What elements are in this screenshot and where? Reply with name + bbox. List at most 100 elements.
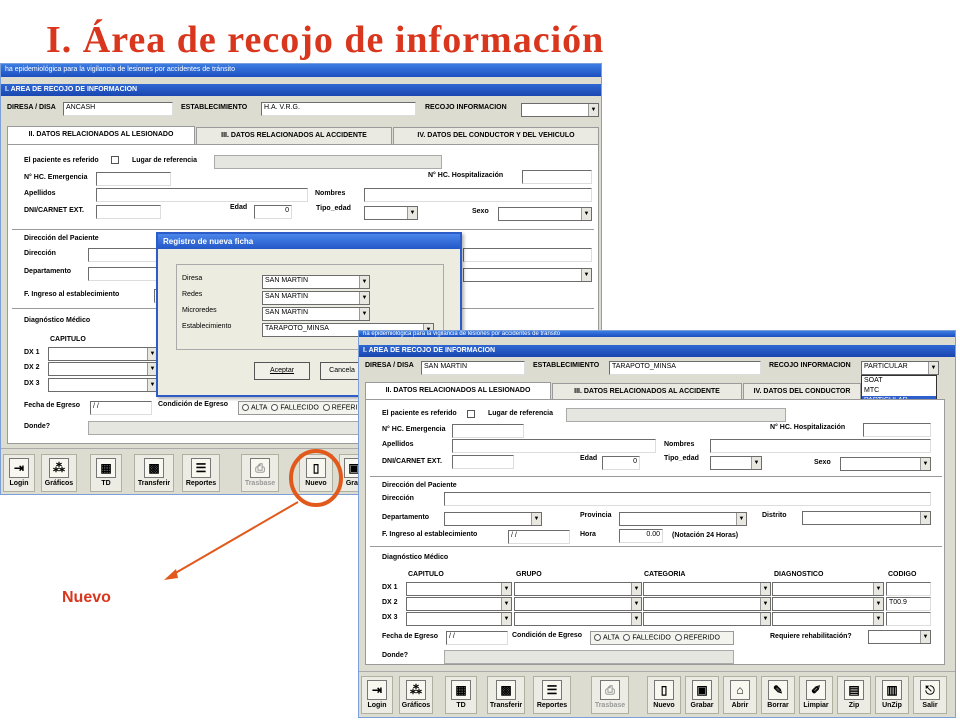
front-tab-conductor[interactable]: IV. DATOS DEL CONDUCTOR (743, 383, 861, 400)
front-dx1-categoria[interactable]: ▼ (643, 582, 771, 596)
reports-icon: ☰ (542, 680, 562, 700)
dialog-diresa-select[interactable]: SAN MARTIN ▼ (262, 275, 370, 289)
option-mtc[interactable]: MTC (862, 386, 936, 396)
radio-fallecido[interactable] (623, 634, 631, 641)
eraser-icon: ✎ (768, 680, 788, 700)
chevron-down-icon[interactable]: ▼ (873, 613, 883, 625)
front-abrir-button[interactable]: ⌂ Abrir (723, 676, 757, 714)
radio-referido[interactable] (674, 634, 682, 641)
chevron-down-icon[interactable]: ▼ (920, 512, 930, 524)
front-fecha-egreso-field[interactable]: / / (446, 631, 508, 645)
transfer-icon: ▩ (496, 680, 516, 700)
chevron-down-icon[interactable]: ▼ (631, 613, 641, 625)
front-reportes-button[interactable]: ☰ Reportes (533, 676, 571, 714)
chevron-down-icon[interactable]: ▼ (501, 583, 511, 595)
front-tab-lesionado[interactable]: II. DATOS RELACIONADOS AL LESIONADO (365, 382, 551, 400)
front-donde-field[interactable] (444, 650, 734, 664)
chevron-down-icon[interactable]: ▼ (873, 598, 883, 610)
front-dx3-diagnostico[interactable]: ▼ (772, 612, 884, 626)
front-salir-button[interactable]: ⎋ Salir (913, 676, 947, 714)
front-grabar-button[interactable]: ▣ Grabar (685, 676, 719, 714)
dialog-microredes-select[interactable]: SAN MARTIN ▼ (262, 307, 370, 321)
front-direccion-field[interactable] (444, 492, 931, 506)
front-trasbase-button[interactable]: ⎙ Trasbase (591, 676, 629, 714)
chevron-down-icon[interactable]: ▼ (920, 631, 930, 643)
front-graficos-button[interactable]: ⁂ Gráficos (399, 676, 433, 714)
chevron-down-icon[interactable]: ▼ (760, 598, 770, 610)
front-limpiar-button[interactable]: ✐ Limpiar (799, 676, 833, 714)
front-td-label: TD (456, 702, 466, 709)
front-dx3-categoria[interactable]: ▼ (643, 612, 771, 626)
chevron-down-icon[interactable]: ▼ (631, 583, 641, 595)
front-unzip-button[interactable]: ▥ UnZip (875, 676, 909, 714)
radio-alta[interactable] (594, 634, 601, 641)
front-dx1-capitulo[interactable]: ▼ (406, 582, 512, 596)
front-establecimiento-field[interactable]: TARAPOTO_MINSA (609, 361, 761, 375)
front-edad-field[interactable]: 0 (602, 456, 640, 470)
front-tab-accidente[interactable]: III. DATOS RELACIONADOS AL ACCIDENTE (552, 383, 742, 400)
nuevo-callout-label: Nuevo (62, 589, 111, 606)
front-td-button[interactable]: ▦ TD (445, 676, 477, 714)
option-soat[interactable]: SOAT (862, 376, 936, 386)
chevron-down-icon[interactable]: ▼ (736, 513, 746, 525)
chevron-down-icon[interactable]: ▼ (751, 457, 761, 469)
chevron-down-icon[interactable]: ▼ (760, 583, 770, 595)
front-hc-hosp-label: N° HC. Hospitalización (770, 424, 846, 431)
front-hora-field[interactable]: 0.00 (619, 529, 663, 543)
chevron-down-icon[interactable]: ▼ (359, 308, 369, 320)
front-sexo-select[interactable]: ▼ (840, 457, 931, 471)
front-hc-hosp-field[interactable] (863, 423, 931, 437)
chevron-down-icon[interactable]: ▼ (920, 458, 930, 470)
front-dx2-capitulo[interactable]: ▼ (406, 597, 512, 611)
front-f-ingreso-field[interactable]: / / (508, 530, 570, 544)
front-dx2-codigo[interactable]: T00.9 (886, 597, 931, 611)
chevron-down-icon[interactable]: ▼ (760, 613, 770, 625)
front-diresa-field[interactable]: SAN MARTIN (421, 361, 525, 375)
arrow-head (164, 569, 178, 580)
front-nuevo-button[interactable]: ▯ Nuevo (647, 676, 681, 714)
front-rehab-select[interactable]: ▼ (868, 630, 931, 644)
front-provincia-select[interactable]: ▼ (619, 512, 747, 526)
accept-button[interactable]: Aceptar (254, 362, 310, 380)
front-zip-button[interactable]: ▤ Zip (837, 676, 871, 714)
front-unzip-label: UnZip (882, 702, 902, 709)
chevron-down-icon[interactable]: ▼ (531, 513, 541, 525)
dialog-redes-label: Redes (182, 291, 203, 298)
chevron-down-icon[interactable]: ▼ (359, 276, 369, 288)
front-zip-label: Zip (848, 702, 860, 709)
front-tipo-edad-select[interactable]: ▼ (710, 456, 762, 470)
front-dx2-categoria[interactable]: ▼ (643, 597, 771, 611)
chevron-down-icon[interactable]: ▼ (501, 613, 511, 625)
front-borrar-button[interactable]: ✎ Borrar (761, 676, 795, 714)
front-dx2-grupo[interactable]: ▼ (514, 597, 642, 611)
front-recojo-select[interactable]: PARTICULAR ▼ (861, 361, 939, 375)
front-dx3-capitulo[interactable]: ▼ (406, 612, 512, 626)
front-dx1-diagnostico[interactable]: ▼ (772, 582, 884, 596)
front-departamento-select[interactable]: ▼ (444, 512, 542, 526)
front-dx3-codigo[interactable] (886, 612, 931, 626)
dialog-redes-select[interactable]: SAN MARTIN ▼ (262, 291, 370, 305)
front-diagnostico-label: Diagnóstico Médico (382, 554, 449, 561)
chevron-down-icon[interactable]: ▼ (928, 362, 938, 374)
front-nombres-field[interactable] (710, 439, 931, 453)
front-divider-2 (370, 546, 942, 547)
radio-fallecido-label: FALLECIDO (632, 634, 671, 642)
front-direccion-label: Dirección (382, 495, 414, 502)
front-dx2-diagnostico[interactable]: ▼ (772, 597, 884, 611)
chevron-down-icon[interactable]: ▼ (873, 583, 883, 595)
chevron-down-icon[interactable]: ▼ (631, 598, 641, 610)
dialog-diresa-label: Diresa (182, 275, 203, 282)
front-dx1-grupo[interactable]: ▼ (514, 582, 642, 596)
front-login-button[interactable]: ⇥ Login (361, 676, 393, 714)
front-dx3-grupo[interactable]: ▼ (514, 612, 642, 626)
front-dx1-codigo[interactable] (886, 582, 931, 596)
front-apellidos-field[interactable] (452, 439, 656, 453)
front-dni-field[interactable] (452, 455, 514, 469)
front-distrito-select[interactable]: ▼ (802, 511, 931, 525)
front-lugar-field[interactable] (566, 408, 786, 422)
front-transferir-button[interactable]: ▩ Transferir (487, 676, 525, 714)
chevron-down-icon[interactable]: ▼ (501, 598, 511, 610)
front-hc-emergencia-field[interactable] (452, 424, 524, 438)
front-referido-checkbox[interactable] (467, 410, 475, 418)
chevron-down-icon[interactable]: ▼ (359, 292, 369, 304)
